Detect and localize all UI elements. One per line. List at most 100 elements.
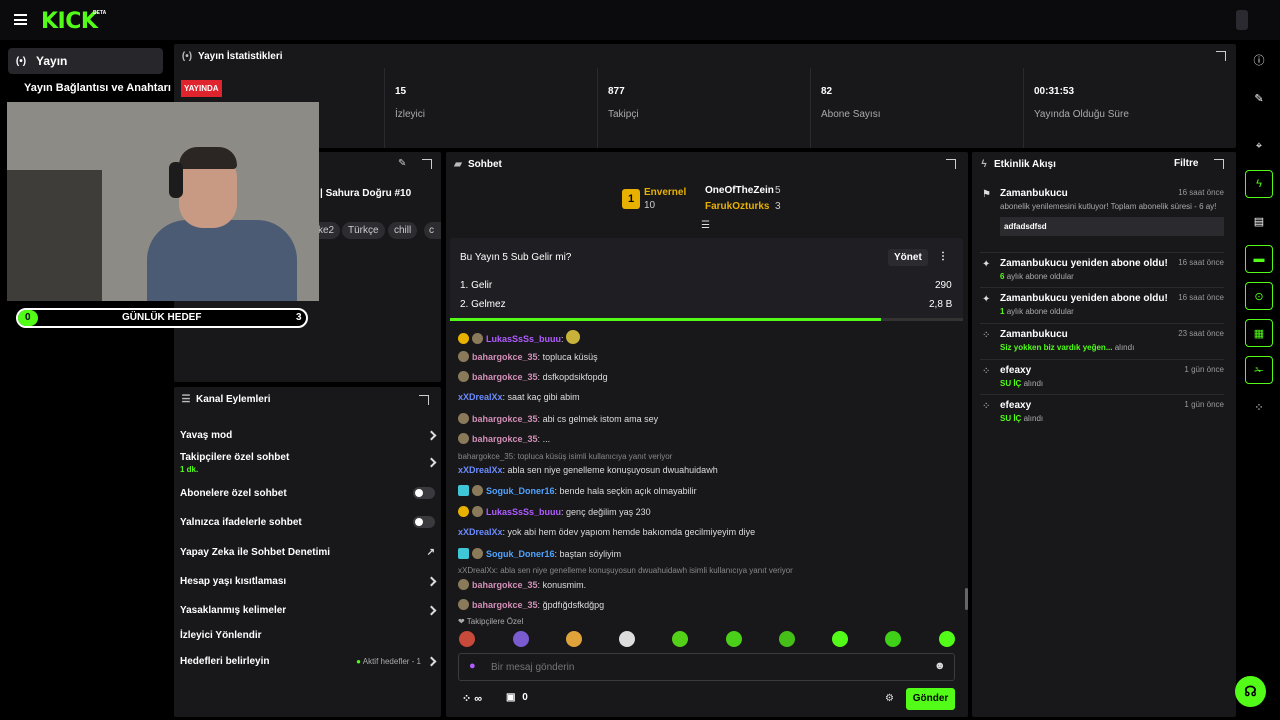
action-emote-only[interactable]: Yalnızca ifadelerle sohbet xyxy=(180,515,435,529)
chat-input-box[interactable]: ● ☻ xyxy=(458,653,955,681)
chat-username[interactable]: xXDrealXx xyxy=(458,392,503,402)
popout-icon[interactable] xyxy=(1214,159,1224,169)
gifter-name[interactable]: OneOfTheZein xyxy=(705,185,774,196)
chat-message[interactable]: xXDrealXx: saat kaç gibi abim xyxy=(458,392,580,402)
activity-detail: Siz yokken biz vardık yeğen... alındı xyxy=(1000,343,1226,352)
chat-bubble-icon[interactable]: ▬ xyxy=(1245,245,1273,273)
emoji-picker-icon[interactable]: ☻ xyxy=(934,660,946,672)
chat-message[interactable]: bahargokce_35: topluca küsüş xyxy=(458,351,598,362)
wrench-icon[interactable]: ✁ xyxy=(1245,356,1273,384)
action-ai-moderation[interactable]: Yapay Zeka ile Sohbet Denetimi ↗ xyxy=(180,545,435,559)
emote-button[interactable] xyxy=(885,631,901,647)
broadcast-icon[interactable]: ⊙ xyxy=(1245,282,1273,310)
chat-scrollbar[interactable] xyxy=(965,588,968,610)
chat-message[interactable]: bahargokce_35: konusmim. xyxy=(458,579,586,590)
activity-item[interactable]: ⁘ efeaxy 1 gün önce SU İÇ alındı xyxy=(980,400,1226,423)
chevron-right-icon xyxy=(426,605,437,615)
popout-icon[interactable] xyxy=(419,395,429,405)
emote-button[interactable] xyxy=(619,631,635,647)
chat-message[interactable]: bahargokce_35: ğpdfığdsfkdğpg xyxy=(458,599,604,610)
chat-message[interactable]: Soguk_Doner16: bende hala seçkin açık ol… xyxy=(458,485,697,496)
send-button[interactable]: Gönder xyxy=(906,688,955,710)
emote-button[interactable] xyxy=(459,631,475,647)
chat-message[interactable]: Soguk_Doner16: baştan söyliyim xyxy=(458,548,621,559)
lightning-icon[interactable]: ϟ xyxy=(1245,170,1273,198)
filter-button[interactable]: Filtre xyxy=(1174,158,1198,169)
popout-icon[interactable] xyxy=(422,159,432,169)
gifter-name[interactable]: FarukOzturks xyxy=(705,201,769,212)
toggle-switch[interactable] xyxy=(413,487,435,499)
popout-icon[interactable] xyxy=(1216,51,1226,61)
chat-username[interactable]: bahargokce_35 xyxy=(472,434,538,444)
chat-username[interactable]: xXDrealXx xyxy=(458,465,503,475)
action-slow-mode[interactable]: Yavaş mod xyxy=(180,428,437,442)
chat-settings-icon[interactable]: ⚙ xyxy=(885,693,894,704)
edit-icon[interactable]: ✎ xyxy=(1245,84,1273,112)
document-icon[interactable]: ▤ xyxy=(1245,207,1273,235)
chat-message[interactable]: xXDrealXx: abla sen niye genelleme konuş… xyxy=(458,465,718,475)
chat-username[interactable]: LukasSsSs_buuu xyxy=(486,334,561,344)
action-raid[interactable]: İzleyici Yönlendir xyxy=(180,628,435,642)
channel-points[interactable]: ⁘ ∞ xyxy=(462,692,482,705)
action-subscribers-only[interactable]: Abonelere özel sohbet xyxy=(180,486,435,500)
target-icon[interactable]: ⌖ xyxy=(1245,132,1273,160)
tag[interactable]: chill xyxy=(388,222,418,239)
popout-icon[interactable] xyxy=(946,159,956,169)
emote-button[interactable] xyxy=(566,631,582,647)
support-button[interactable]: ☊ xyxy=(1235,676,1266,707)
chat-message[interactable]: bahargokce_35: abi cs gelmek istom ama s… xyxy=(458,413,658,424)
broadcast-icon: (•) xyxy=(15,55,27,67)
chat-message[interactable]: LukasSsSs_buuu: genç değilim yaş 230 xyxy=(458,506,651,517)
top-gifter-name[interactable]: Envernel xyxy=(644,187,686,198)
action-set-goals[interactable]: Hedefleri belirleyin ● Aktif hedefler - 1 xyxy=(180,654,437,668)
chat-username[interactable]: bahargokce_35 xyxy=(472,372,538,382)
user-avatar[interactable] xyxy=(1236,10,1248,30)
tag[interactable]: c xyxy=(424,222,441,239)
chat-username[interactable]: Soguk_Doner16 xyxy=(486,549,555,559)
activity-item[interactable]: ⚑ Zamanbukucu 16 saat önce abonelik yenilem… xyxy=(980,188,1226,236)
chat-username[interactable]: bahargokce_35 xyxy=(472,414,538,424)
kick-logo[interactable]: KICK xyxy=(41,9,98,34)
chat-username[interactable]: bahargokce_35 xyxy=(472,352,538,362)
chat-username[interactable]: Soguk_Doner16 xyxy=(486,486,555,496)
chat-username[interactable]: bahargokce_35 xyxy=(472,600,538,610)
action-banned-words[interactable]: Yasaklanmış kelimeler xyxy=(180,603,437,617)
headphones xyxy=(169,162,183,198)
chat-input[interactable] xyxy=(491,660,911,674)
emote-button[interactable] xyxy=(832,631,848,647)
action-followers-only[interactable]: Takipçilere özel sohbet 1 dk. xyxy=(180,452,437,476)
emote-button[interactable] xyxy=(939,631,955,647)
chat-message[interactable]: xXDrealXx: yok abi hem ödev yapıom hemde… xyxy=(458,527,755,537)
emote-button[interactable] xyxy=(513,631,529,647)
toggle-switch[interactable] xyxy=(413,516,435,528)
activity-item[interactable]: ⁘ efeaxy 1 gün önce SU İÇ alındı xyxy=(980,365,1226,388)
edit-icon[interactable]: ✎ xyxy=(398,158,406,169)
sidebar-item-stream[interactable]: (•) Yayın xyxy=(8,48,163,74)
activity-item[interactable]: ⁘ Zamanbukucu 23 saat önce Siz yokken biz v… xyxy=(980,329,1226,352)
layout-icon[interactable]: ▦ xyxy=(1245,319,1273,347)
action-account-age[interactable]: Hesap yaşı kısıtlaması xyxy=(180,574,437,588)
chat-username[interactable]: bahargokce_35 xyxy=(472,580,538,590)
redeem-icon[interactable]: ⁘ xyxy=(1245,393,1273,421)
tag[interactable]: Türkçe xyxy=(342,222,385,239)
activity-item[interactable]: ✦ Zamanbukucu yeniden abone oldu! 16 saat … xyxy=(980,258,1226,281)
activity-item[interactable]: ✦ Zamanbukucu yeniden abone oldu! 16 saat … xyxy=(980,293,1226,316)
chat-username[interactable]: xXDrealXx xyxy=(458,527,503,537)
poll-progress-fill xyxy=(450,318,881,321)
emote-button[interactable] xyxy=(726,631,742,647)
collapse-icon[interactable]: ☰ xyxy=(701,220,710,231)
chat-username[interactable]: LukasSsSs_buuu xyxy=(486,507,561,517)
sidebar-item-stream-key[interactable]: Yayın Bağlantısı ve Anahtarı xyxy=(24,80,171,96)
chat-message[interactable]: bahargokce_35: ... xyxy=(458,433,550,444)
poll-manage-button[interactable]: Yönet xyxy=(888,249,928,266)
live-badge: YAYINDA xyxy=(181,80,222,97)
microphone-icon[interactable]: ● xyxy=(469,660,476,672)
emote-button[interactable] xyxy=(779,631,795,647)
chat-message[interactable]: LukasSsSs_buuu: xyxy=(458,330,583,344)
emote-button[interactable] xyxy=(672,631,688,647)
store-button[interactable]: ▣ 0 xyxy=(506,692,528,703)
more-options-icon[interactable]: ⋮ xyxy=(938,251,948,262)
chat-message[interactable]: bahargokce_35: dsfkopdsikfopdg xyxy=(458,371,608,382)
hamburger-menu-icon[interactable] xyxy=(14,14,27,25)
info-icon[interactable]: ⓘ xyxy=(1245,46,1273,74)
